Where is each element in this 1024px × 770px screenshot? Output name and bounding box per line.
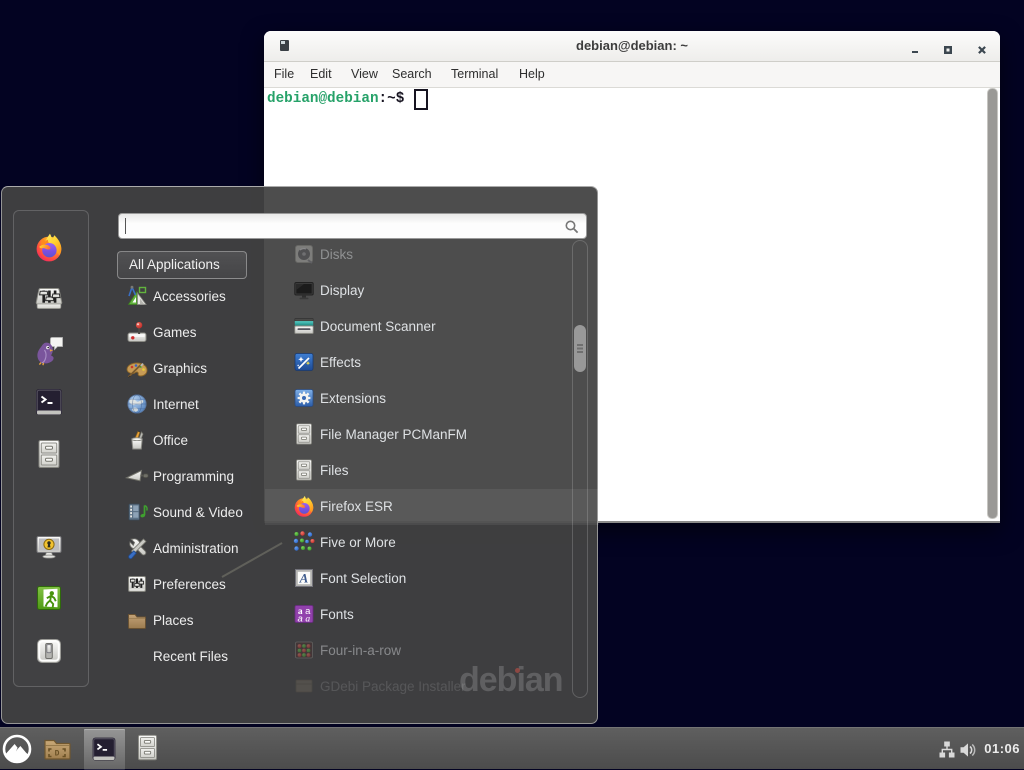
svg-text:A: A [299,571,309,586]
svg-text:a: a [298,614,303,625]
svg-text:D: D [55,750,60,759]
svg-text:a: a [305,615,310,625]
